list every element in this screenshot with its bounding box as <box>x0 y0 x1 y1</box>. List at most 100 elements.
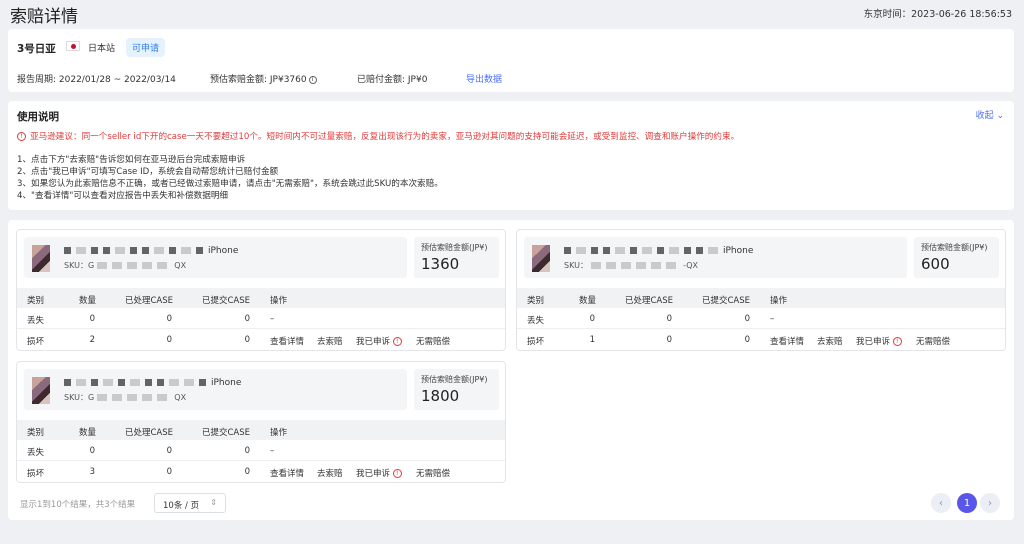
paid-amount: 已赔付金额: JP¥0 <box>357 75 428 85</box>
japan-flag-icon <box>66 41 80 51</box>
appealed-label: 我已申诉 <box>356 337 391 347</box>
row-processed: 0 <box>166 467 172 477</box>
view-details-link[interactable]: 查看详情 <box>770 335 804 347</box>
est-label: 预估索赔金额(JP¥) <box>921 243 988 252</box>
view-details-link[interactable]: 查看详情 <box>270 335 304 347</box>
product-sku: SKU： -QX <box>564 260 698 271</box>
est-label: 预估索赔金额(JP¥) <box>421 243 488 252</box>
col-type: 类别 <box>27 428 45 438</box>
product-info: iPhone SKU： -QX <box>524 237 907 278</box>
product-card: iPhone SKU： -QX 预估索赔金额(JP¥) 600 类别 数量 已处… <box>516 229 1006 351</box>
product-thumbnail <box>32 377 50 404</box>
sku-suffix: -QX <box>683 261 699 270</box>
collapse-button[interactable]: 收起 ⌄ <box>976 108 1004 121</box>
table-row: 丢失 0 0 0 – <box>17 308 505 329</box>
product-name-text: iPhone <box>723 246 754 256</box>
row-type: 丢失 <box>27 316 45 326</box>
collapse-label: 收起 <box>975 111 994 121</box>
row-processed: 0 <box>166 314 172 324</box>
estimated-claim-box: 预估索赔金额(JP¥) 1800 <box>414 369 499 410</box>
page-size-value: 10条 / 页 <box>163 501 200 511</box>
go-claim-link[interactable]: 去索赔 <box>317 335 343 347</box>
chevron-right-icon: › <box>988 497 992 509</box>
product-info: iPhone SKU：G QX <box>24 369 407 410</box>
product-info: iPhone SKU：G QX <box>24 237 407 278</box>
no-claim-link[interactable]: 无需赔偿 <box>416 335 450 347</box>
product-name: iPhone <box>64 246 238 256</box>
row-type: 损坏 <box>27 469 45 479</box>
page-title: 索赔详情 <box>10 7 78 27</box>
store-summary-card: 3号日亚 日本站 可申请 报告周期: 2022/01/28 ~ 2022/03/… <box>8 29 1014 92</box>
product-name-text: iPhone <box>208 246 239 256</box>
export-data-link[interactable]: 导出数据 <box>466 72 502 85</box>
warning-icon: ! <box>17 132 26 141</box>
row-submitted: 0 <box>744 314 750 324</box>
row-type: 损坏 <box>527 337 545 347</box>
instruction-item: 1、点击下方"去索赔"告诉您如何在亚马逊后台完成索赔申诉 <box>17 155 246 165</box>
table-header: 类别 数量 已处理CASE 已提交CASE 操作 <box>17 288 505 308</box>
report-period: 报告周期: 2022/01/28 ~ 2022/03/14 <box>17 75 176 85</box>
warning-text: 亚马逊建议：同一个seller id下开的case一天不要超过10个。短时间内不… <box>30 132 740 142</box>
sku-suffix: QX <box>174 261 187 270</box>
table-row: 损坏 3 0 0 查看详情 去索赔 我已申诉 ! 无需赔偿 <box>17 461 505 482</box>
tokyo-time: 东京时间：2023-06-26 18:56:53 <box>863 9 1012 20</box>
chevron-up-icon: ⌄ <box>996 111 1004 121</box>
appealed-label: 我已申诉 <box>356 469 391 479</box>
instructions-title: 使用说明 <box>17 111 59 123</box>
row-qty: 0 <box>89 314 95 324</box>
table-row: 丢失 0 0 0 – <box>517 308 1005 329</box>
go-claim-link[interactable]: 去索赔 <box>817 335 843 347</box>
row-qty: 0 <box>589 314 595 324</box>
no-claim-link[interactable]: 无需赔偿 <box>416 467 450 479</box>
appealed-label: 我已申诉 <box>856 337 891 347</box>
row-processed: 0 <box>666 335 672 345</box>
product-thumbnail <box>32 245 50 272</box>
row-processed: 0 <box>666 314 672 324</box>
table-row: 损坏 2 0 0 查看详情 去索赔 我已申诉 ! 无需赔偿 <box>17 329 505 350</box>
sku-label: SKU： <box>64 261 88 270</box>
col-type: 类别 <box>27 296 45 306</box>
instructions-card: 使用说明 收起 ⌄ ! 亚马逊建议：同一个seller id下开的case一天不要… <box>8 101 1014 210</box>
page-size-select[interactable]: 10条 / 页 ⇕ <box>154 493 226 513</box>
col-submitted: 已提交CASE <box>202 296 251 306</box>
row-submitted: 0 <box>244 335 250 345</box>
table-header: 类别 数量 已处理CASE 已提交CASE 操作 <box>17 420 505 440</box>
sku-suffix: QX <box>174 393 187 402</box>
product-name: iPhone <box>64 378 241 388</box>
product-name-text: iPhone <box>211 378 242 388</box>
view-details-link[interactable]: 查看详情 <box>270 467 304 479</box>
estimated-claim-text: 预估索赔金额: JP¥3760 <box>210 75 307 85</box>
chevron-left-icon: ‹ <box>939 497 943 509</box>
appealed-link[interactable]: 我已申诉 ! <box>356 467 402 479</box>
col-action: 操作 <box>270 428 288 438</box>
store-site: 日本站 <box>88 44 116 54</box>
info-icon[interactable]: i <box>308 75 317 84</box>
table-row: 损坏 1 0 0 查看详情 去索赔 我已申诉 ! 无需赔偿 <box>517 329 1005 350</box>
table-header: 类别 数量 已处理CASE 已提交CASE 操作 <box>517 288 1005 308</box>
est-value: 600 <box>921 255 950 273</box>
instruction-item: 2、点击"我已申诉"可填写Case ID，系统会自动帮您统计已赔付金额 <box>17 167 279 177</box>
row-qty: 0 <box>89 446 95 456</box>
col-processed: 已处理CASE <box>125 428 174 438</box>
go-claim-link[interactable]: 去索赔 <box>317 467 343 479</box>
prev-page-button[interactable]: ‹ <box>931 493 951 513</box>
row-submitted: 0 <box>244 446 250 456</box>
sku-prefix: G <box>87 261 95 270</box>
col-processed: 已处理CASE <box>125 296 174 306</box>
results-summary: 显示1到10个结果，共3个结果 <box>20 500 136 510</box>
row-processed: 0 <box>166 446 172 456</box>
sku-label: SKU： <box>64 393 88 402</box>
estimated-claim-box: 预估索赔金额(JP¥) 1360 <box>414 237 499 278</box>
next-page-button[interactable]: › <box>980 493 1000 513</box>
row-qty: 3 <box>89 467 95 477</box>
no-claim-link[interactable]: 无需赔偿 <box>916 335 950 347</box>
est-value: 1800 <box>421 387 460 405</box>
row-action-empty: – <box>770 314 775 324</box>
col-qty: 数量 <box>579 296 597 306</box>
row-submitted: 0 <box>744 335 750 345</box>
appealed-link[interactable]: 我已申诉 ! <box>356 335 402 347</box>
status-badge: 可申请 <box>126 38 166 57</box>
sku-label: SKU： <box>564 261 588 270</box>
appealed-link[interactable]: 我已申诉 ! <box>856 335 902 347</box>
page-1-button[interactable]: 1 <box>957 493 977 513</box>
